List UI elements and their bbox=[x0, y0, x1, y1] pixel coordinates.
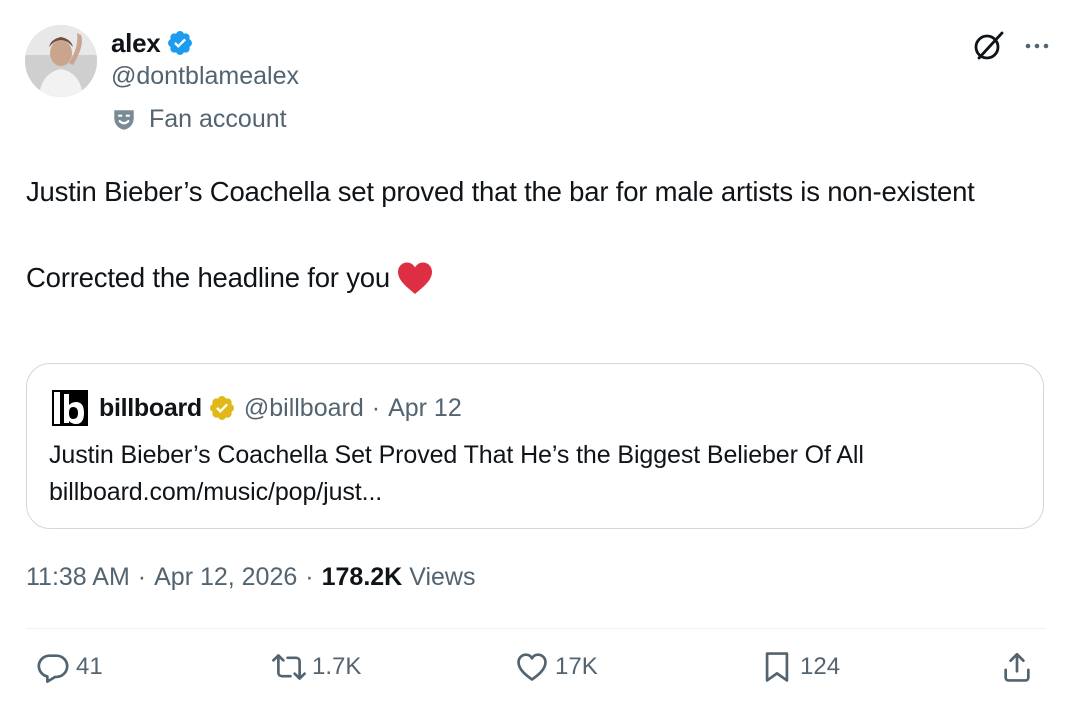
views-count[interactable]: 178.2K bbox=[322, 563, 403, 592]
divider bbox=[26, 628, 1046, 629]
meta-separator: · bbox=[137, 563, 147, 591]
quoted-tweet-header: billboard @billboard · Apr 12 bbox=[49, 387, 462, 429]
repost-icon bbox=[272, 654, 306, 680]
tweet-text: Justin Bieber’s Coachella set proved tha… bbox=[26, 170, 1036, 299]
grok-icon[interactable] bbox=[968, 26, 1008, 66]
tweet-text-line-2-text: Corrected the headline for you bbox=[26, 262, 390, 293]
like-icon bbox=[517, 653, 547, 681]
verified-badge-icon[interactable] bbox=[166, 29, 194, 57]
action-bar: 41 1.7K 17K 124 bbox=[0, 650, 1082, 700]
reply-count: 41 bbox=[76, 653, 103, 680]
reply-button[interactable]: 41 bbox=[36, 650, 103, 684]
reply-icon bbox=[37, 654, 69, 683]
gold-verified-badge-icon[interactable] bbox=[208, 394, 236, 422]
repost-button[interactable]: 1.7K bbox=[272, 650, 361, 684]
top-actions bbox=[968, 26, 1054, 66]
tweet-text-line-1: Justin Bieber’s Coachella set proved tha… bbox=[26, 176, 975, 207]
repost-count: 1.7K bbox=[312, 653, 362, 680]
quoted-date[interactable]: Apr 12 bbox=[388, 394, 462, 423]
avatar[interactable] bbox=[25, 25, 97, 97]
quoted-text-line: Justin Bieber’s Coachella Set Proved Tha… bbox=[49, 441, 864, 469]
heart-emoji-icon bbox=[397, 262, 432, 294]
bookmark-count: 124 bbox=[800, 653, 841, 680]
avatar-image bbox=[25, 25, 97, 97]
views-label[interactable]: Views bbox=[409, 563, 475, 592]
quoted-display-name[interactable]: billboard bbox=[99, 394, 202, 423]
author-name-row: alex bbox=[111, 26, 194, 60]
tweet-metadata: 11:38 AM · Apr 12, 2026 · 178.2K Views bbox=[26, 563, 475, 592]
fan-account-icon bbox=[114, 109, 134, 130]
fan-account-text: Fan account bbox=[149, 105, 287, 133]
share-button[interactable] bbox=[1000, 650, 1034, 684]
bookmark-button[interactable]: 124 bbox=[760, 650, 840, 684]
display-name[interactable]: alex bbox=[111, 28, 161, 59]
bookmark-icon bbox=[765, 652, 789, 682]
meta-separator: · bbox=[305, 563, 314, 591]
author-handle[interactable]: @dontblamealex bbox=[111, 62, 299, 91]
quoted-separator: · bbox=[371, 393, 381, 422]
quoted-tweet[interactable]: billboard @billboard · Apr 12 Justin Bie… bbox=[26, 363, 1044, 529]
tweet-time[interactable]: 11:38 AM bbox=[26, 563, 130, 592]
billboard-logo-icon[interactable] bbox=[49, 387, 91, 429]
fan-account-label: Fan account bbox=[111, 105, 287, 134]
more-icon[interactable] bbox=[1020, 29, 1054, 63]
quoted-handle[interactable]: @billboard bbox=[244, 394, 364, 423]
like-button[interactable]: 17K bbox=[515, 650, 598, 684]
tweet-date[interactable]: Apr 12, 2026 bbox=[154, 563, 297, 592]
quoted-link[interactable]: billboard.com/music/pop/just... bbox=[49, 474, 1019, 511]
like-count: 17K bbox=[555, 653, 598, 680]
tweet-text-line-2: Corrected the headline for you bbox=[26, 256, 1036, 299]
quoted-tweet-text: Justin Bieber’s Coachella Set Proved Tha… bbox=[49, 437, 1019, 511]
share-icon bbox=[1004, 652, 1030, 682]
